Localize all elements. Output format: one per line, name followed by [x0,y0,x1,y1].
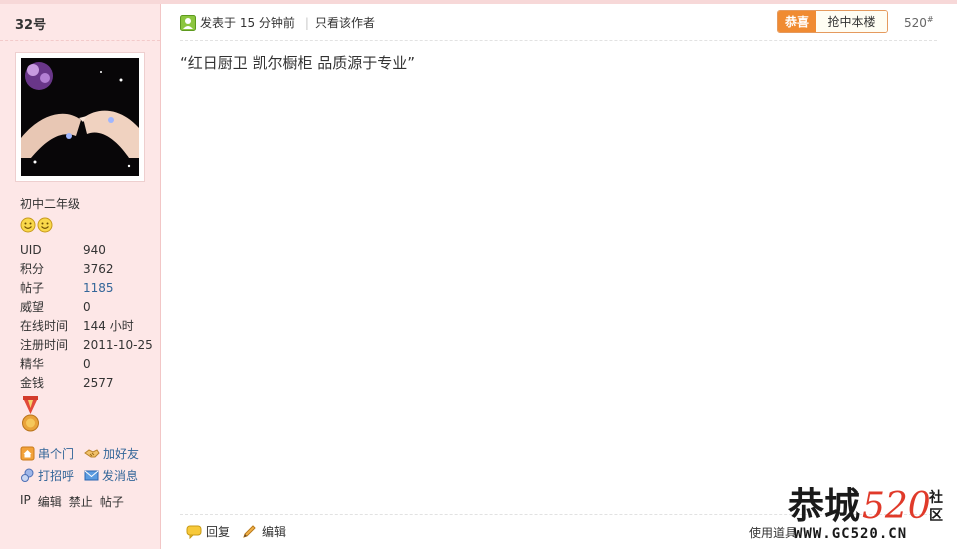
post-content: “红日厨卫 凯尔橱柜 品质源于专业” [180,54,416,72]
stat-row-points: 积分 3762 [20,259,153,278]
watermark-suffix-bottom: 区 [929,508,943,524]
online-status-icon [180,14,196,31]
avatar[interactable] [21,58,139,176]
watermark-url: WWW.GC520.CN [794,526,907,542]
stat-value: 144 小时 [83,319,134,333]
stat-label: 精华 [20,357,45,371]
watermark-logo-number: 520 [862,486,931,527]
floor-number-value: 520 [904,16,927,30]
claim-floor-button[interactable]: 抢中本楼 [816,11,887,32]
panel-divider [0,40,160,41]
stat-row-prestige: 威望 0 [20,297,153,316]
user-info-panel: 32号 初中二年级 UID 940 积分 3762 帖子 1185 威望 0 在… [0,4,161,549]
floor-number[interactable]: 520# [904,15,934,30]
admin-links: IP 编辑 禁止 帖子 [20,493,124,510]
stat-label: 帖子 [20,281,45,295]
posts-count-link[interactable]: 1185 [83,281,114,295]
congrats-badge: 恭喜 [778,11,816,32]
stat-row-digest: 精华 0 [20,354,153,373]
add-friend-button[interactable]: 加好友 [84,445,139,462]
user-stats: UID 940 积分 3762 帖子 1185 威望 0 在线时间 144 小时… [20,240,153,392]
reply-label: 回复 [206,525,231,539]
stat-row-money: 金钱 2577 [20,373,153,392]
reply-button[interactable]: 回复 [186,523,230,540]
stat-row-uid: UID 940 [20,240,153,259]
smiley-icon [37,217,53,233]
medal-icon[interactable] [21,396,40,434]
floor-number-mark: # [926,15,934,24]
add-friend-label: 加好友 [103,447,140,461]
visit-button[interactable]: 串个门 [20,445,74,462]
stat-value: 2577 [83,375,114,390]
pencil-icon [243,524,256,538]
send-message-button[interactable]: 发消息 [84,467,138,484]
stat-value: 0 [83,356,91,371]
reply-icon [186,525,202,539]
site-watermark: 恭城 520 社 区 WWW.GC520.CN [787,485,943,542]
header-divider [180,40,937,41]
greet-label: 打招呼 [38,469,75,483]
home-icon [20,446,35,461]
meta-divider: | [304,15,309,30]
send-message-label: 发消息 [102,469,139,483]
stat-row-posts: 帖子 1185 [20,278,153,297]
stat-label: 威望 [20,300,45,314]
greet-button[interactable]: 打招呼 [20,467,74,484]
edit-button[interactable]: 编辑 [242,523,286,540]
edit-label: 编辑 [262,525,287,539]
post-meta: 发表于 15 分钟前 | 只看该作者 [180,14,375,31]
stat-label: UID [20,242,42,257]
stat-label: 在线时间 [20,319,69,333]
envelope-icon [84,470,99,481]
watermark-logo-text: 恭城 [787,485,860,527]
rank-stars [20,217,53,233]
username[interactable]: 32号 [15,14,46,33]
ip-link[interactable]: IP [20,493,31,510]
stat-row-register-date: 注册时间 2011-10-25 [20,335,153,354]
stat-value: 2011-10-25 [83,337,153,352]
user-rank: 初中二年级 [20,197,81,211]
stat-row-online-time: 在线时间 144 小时 [20,316,153,335]
stat-value: 0 [83,299,91,314]
smiley-icon [20,217,36,233]
ban-link[interactable]: 禁止 [69,493,93,510]
visit-label: 串个门 [38,447,75,461]
greet-icon [21,468,34,482]
post-actions: 回复 编辑 [186,523,286,540]
floor-award: 恭喜 抢中本楼 [777,10,888,33]
stat-value: 3762 [83,261,114,276]
stat-value: 940 [83,242,106,257]
stat-label: 注册时间 [20,338,69,352]
stat-label: 积分 [20,262,45,276]
stat-label: 金钱 [20,376,45,390]
only-author-link[interactable]: 只看该作者 [315,14,375,31]
admin-posts-link[interactable]: 帖子 [100,493,124,510]
admin-edit-link[interactable]: 编辑 [38,493,62,510]
watermark-suffix-top: 社 [928,489,943,506]
post-time: 发表于 15 分钟前 [200,16,295,30]
avatar-frame[interactable] [15,52,145,182]
handshake-icon [84,449,100,458]
